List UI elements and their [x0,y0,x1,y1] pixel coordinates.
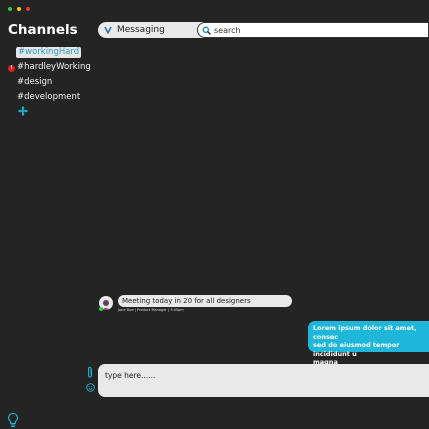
room-name: Messaging [117,25,165,35]
window-controls [8,7,30,11]
attachment-icon[interactable] [86,366,94,379]
search-input[interactable] [214,25,414,35]
channel-item-design[interactable]: #design [17,77,52,88]
channel-item-workinghard[interactable]: #workingHard [16,47,82,58]
online-status-indicator [99,307,103,311]
message-meta: Jane Doe | Product Manager | 3:40pm [118,308,184,312]
search-bar[interactable] [197,22,429,38]
channel-item-hardleyworking[interactable]: #hardleyWorking [17,62,91,73]
lightbulb-icon[interactable] [7,412,19,428]
channel-item-development[interactable]: #development [17,92,80,103]
search-icon [202,26,211,35]
outgoing-message-bubble: Lorem ipsum dolor sit amet, consec sed d… [308,321,429,366]
close-button[interactable] [26,7,30,11]
minimize-button[interactable] [17,7,21,11]
message-line: Lorem ipsum dolor sit amet, consec [313,324,417,341]
incoming-message-bubble: Meeting today in 20 for all designers [118,295,292,307]
unread-badge: ! [8,65,15,72]
message-input[interactable] [98,364,429,397]
message-composer[interactable] [98,364,429,397]
add-channel-icon[interactable] [18,106,28,116]
room-header: Messaging [104,22,165,38]
maximize-button[interactable] [8,7,12,11]
sidebar-title: Channels [8,22,78,38]
vibe-logo-icon [104,26,112,34]
message-line: sed do eiusmod tempor incididunt u [313,341,400,358]
emoji-icon[interactable] [86,383,95,392]
